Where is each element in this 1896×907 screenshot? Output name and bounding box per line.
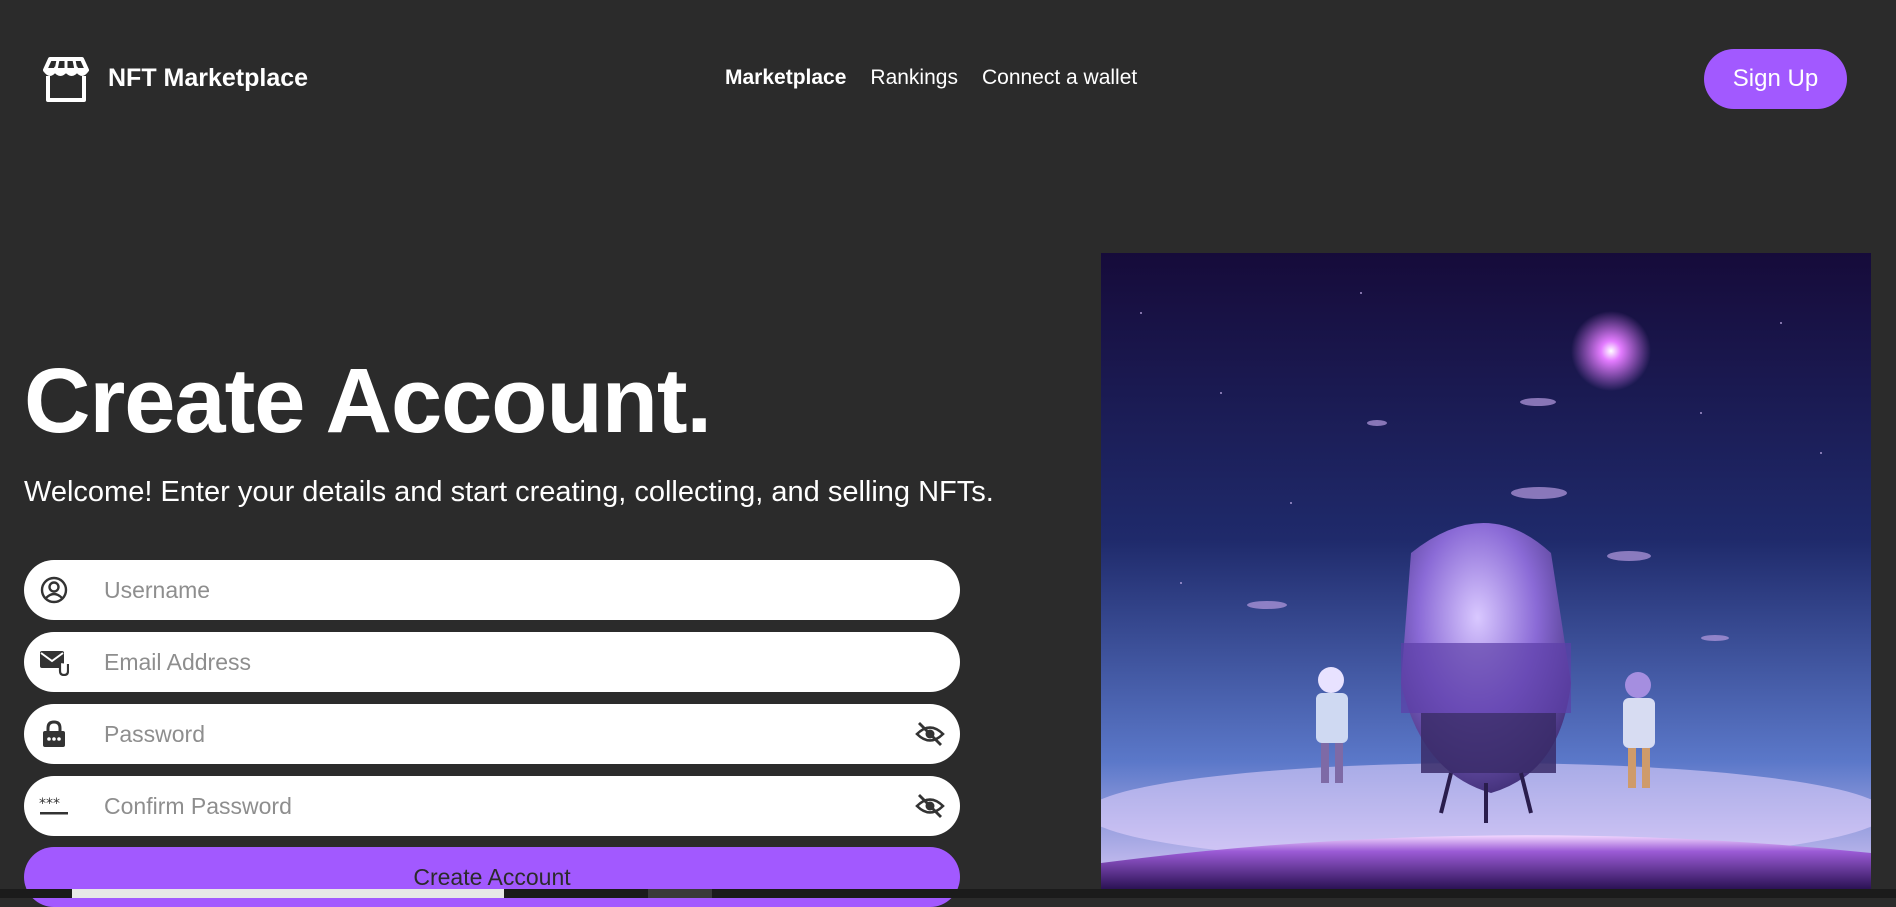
- page-subtitle: Welcome! Enter your details and start cr…: [24, 476, 994, 508]
- confirm-password-field[interactable]: ***: [24, 776, 960, 836]
- create-account-button[interactable]: Create Account: [24, 847, 960, 907]
- nav-connect-wallet[interactable]: Connect a wallet: [982, 66, 1137, 90]
- scrollbar-thumb[interactable]: [72, 889, 504, 898]
- page-title: Create Account.: [24, 350, 712, 452]
- nav-rankings[interactable]: Rankings: [870, 66, 958, 90]
- eye-off-icon[interactable]: [914, 718, 946, 750]
- main-nav: Marketplace Rankings Connect a wallet: [725, 66, 1137, 90]
- username-field[interactable]: [24, 560, 960, 620]
- confirm-password-input[interactable]: [102, 791, 886, 821]
- nav-marketplace[interactable]: Marketplace: [725, 66, 846, 90]
- brand-name[interactable]: NFT Marketplace: [108, 64, 308, 93]
- password-field[interactable]: [24, 704, 960, 764]
- email-input[interactable]: [102, 647, 886, 677]
- header: NFT Marketplace Marketplace Rankings Con…: [0, 0, 1896, 160]
- password-input[interactable]: [102, 719, 886, 749]
- lock-icon: [38, 718, 70, 750]
- scrollbar-segment: [648, 889, 712, 898]
- user-circle-icon: [38, 574, 70, 606]
- storefront-icon[interactable]: [40, 55, 92, 105]
- svg-text:***: ***: [39, 796, 60, 812]
- email-field[interactable]: [24, 632, 960, 692]
- password-dots-icon: ***: [38, 790, 70, 822]
- sign-up-button[interactable]: Sign Up: [1704, 49, 1847, 109]
- username-input[interactable]: [102, 575, 886, 605]
- hero-artwork: [1101, 253, 1871, 889]
- eye-off-icon[interactable]: [914, 790, 946, 822]
- mail-icon: [38, 646, 70, 678]
